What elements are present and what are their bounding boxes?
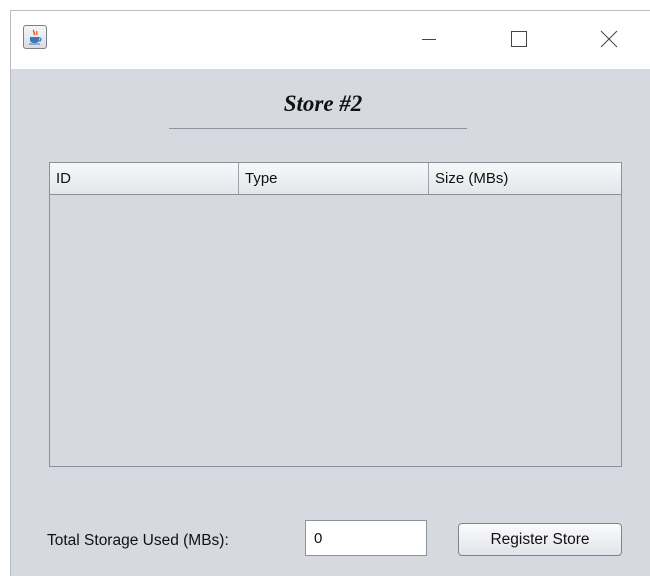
total-storage-label: Total Storage Used (MBs): (47, 532, 229, 549)
maximize-icon (511, 31, 527, 47)
register-store-button[interactable]: Register Store (458, 523, 622, 556)
store-title: Store #2 (283, 91, 363, 116)
column-header-id[interactable]: ID (50, 163, 239, 194)
title-separator (169, 128, 467, 129)
table-header: ID Type Size (MBs) (50, 163, 621, 195)
close-button[interactable] (579, 19, 639, 59)
close-icon (600, 30, 618, 48)
column-header-size[interactable]: Size (MBs) (429, 163, 621, 194)
minimize-button[interactable] (399, 19, 459, 59)
maximize-button[interactable] (489, 19, 549, 59)
title-bar[interactable] (11, 11, 650, 69)
java-cup-icon[interactable] (23, 25, 47, 49)
minimize-icon (422, 39, 436, 40)
column-header-type[interactable]: Type (239, 163, 429, 194)
total-storage-field[interactable] (305, 520, 427, 556)
storage-table[interactable]: ID Type Size (MBs) (49, 162, 622, 467)
app-window: Store #2 ID Type Size (MBs) Total Storag… (10, 10, 650, 576)
